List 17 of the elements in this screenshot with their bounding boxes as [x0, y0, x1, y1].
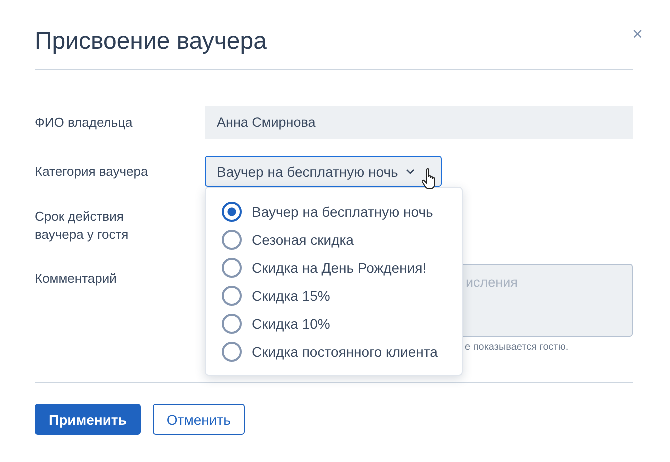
field-label: ФИО владельца [35, 114, 134, 132]
field-label: Комментарий [35, 270, 118, 288]
hint-text: е показывается гостю. [465, 342, 569, 353]
menu-option[interactable]: Скидка постоянного клиента [222, 342, 462, 362]
dialog-title: Присвоение ваучера [35, 28, 267, 56]
menu-option[interactable]: Скидка 15% [222, 286, 462, 306]
menu-option[interactable]: Скидка 10% [222, 314, 462, 334]
name-field[interactable]: Анна Смирнова [205, 106, 633, 139]
apply-button[interactable]: Применить [35, 404, 141, 435]
field-label: Категория ваучера [35, 163, 150, 181]
category-select[interactable]: Ваучер на бесплатную ночь [205, 156, 442, 187]
menu-option[interactable]: Сезоная скидка [222, 230, 462, 250]
chevron-icon [406, 168, 416, 174]
field-label: Срок действия ваучера у гостя [35, 208, 130, 244]
cancel-button[interactable]: Отменить [152, 404, 245, 435]
menu-option[interactable]: Ваучер на бесплатную ночь [222, 202, 462, 222]
menu-option[interactable]: Скидка на День Рождения! [222, 258, 462, 278]
